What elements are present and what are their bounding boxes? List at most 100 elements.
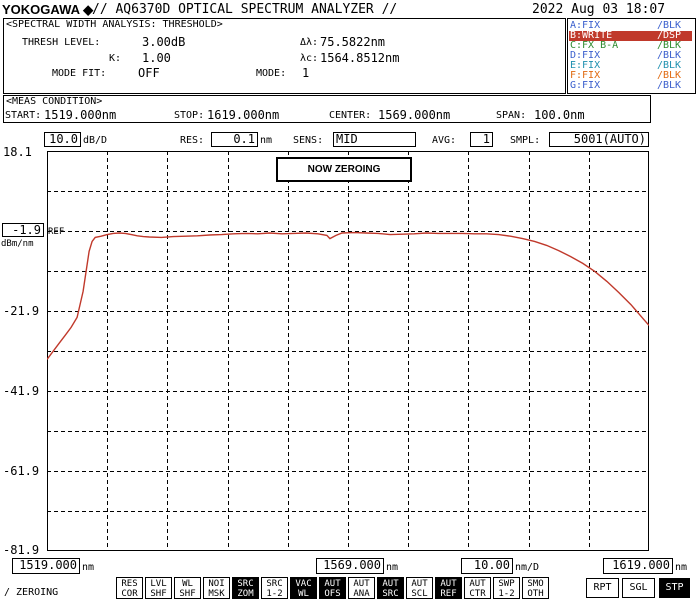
softkey-line2: 1-2 bbox=[498, 589, 515, 599]
softkey-button[interactable]: SRC ZOM bbox=[232, 577, 259, 599]
y-tick-top: 18.1 bbox=[3, 145, 32, 159]
center-value[interactable]: 1569.000nm bbox=[378, 108, 450, 122]
softkey-line1: NOI bbox=[208, 579, 225, 589]
softkey-line2: SHF bbox=[150, 589, 167, 599]
thresh-level-label: THRESH LEVEL: bbox=[22, 37, 101, 48]
brand-logo: YOKOGAWA ◆ bbox=[2, 2, 93, 18]
run-stp-button[interactable]: STP bbox=[659, 578, 690, 598]
softkey-line1: AUT bbox=[324, 579, 341, 589]
k-label: K: bbox=[109, 53, 122, 64]
softkey-button[interactable]: NOI MSK bbox=[203, 577, 230, 599]
x-div-unit: nm/D bbox=[515, 562, 540, 573]
span-label: SPAN: bbox=[496, 110, 527, 121]
softkey-button[interactable]: SMO OTH bbox=[522, 577, 549, 599]
x-start-unit: nm bbox=[82, 562, 95, 573]
thresh-level-value: 3.00dB bbox=[142, 35, 186, 49]
softkey-line1: SRC bbox=[266, 579, 283, 589]
x-start-box[interactable]: 1519.000 bbox=[12, 558, 80, 574]
x-center-box[interactable]: 1569.000 bbox=[316, 558, 384, 574]
start-value[interactable]: 1519.000nm bbox=[44, 108, 116, 122]
res-value-box[interactable]: 0.1 bbox=[211, 132, 258, 147]
run-rpt-button[interactable]: RPT bbox=[586, 578, 619, 598]
mode-value: 1 bbox=[302, 66, 310, 80]
softkey-button[interactable]: AUT OFS bbox=[319, 577, 346, 599]
trace-name: G:FIX bbox=[570, 80, 601, 91]
x-center-unit: nm bbox=[386, 562, 399, 573]
softkey-line2: SHF bbox=[179, 589, 196, 599]
start-label: START: bbox=[5, 110, 42, 121]
x-stop-box[interactable]: 1619.000 bbox=[603, 558, 673, 574]
avg-value-box[interactable]: 1 bbox=[470, 132, 493, 147]
avg-label: AVG: bbox=[432, 135, 457, 146]
softkey-button[interactable]: RES COR bbox=[116, 577, 143, 599]
sens-label: SENS: bbox=[293, 135, 324, 146]
y-tick-4: -61.9 bbox=[3, 464, 40, 478]
res-label: RES: bbox=[180, 135, 205, 146]
mode-fit-label: MODE FIT: bbox=[52, 68, 107, 79]
softkey-button[interactable]: SRC 1-2 bbox=[261, 577, 288, 599]
softkey-line2: CTR bbox=[469, 589, 486, 599]
mode-fit-value: OFF bbox=[138, 66, 160, 80]
softkey-line1: WL bbox=[182, 579, 193, 589]
instrument-title: // AQ6370D OPTICAL SPECTRUM ANALYZER // bbox=[92, 2, 398, 17]
now-zeroing-message: NOW ZEROING bbox=[276, 157, 412, 182]
softkey-line1: SMO bbox=[527, 579, 544, 589]
softkey-button[interactable]: AUT SRC bbox=[377, 577, 404, 599]
trace-mode: /BLK bbox=[657, 80, 682, 91]
softkey-button[interactable]: AUT ANA bbox=[348, 577, 375, 599]
stop-value[interactable]: 1619.000nm bbox=[207, 108, 279, 122]
softkey-line2: MSK bbox=[208, 589, 225, 599]
res-unit: nm bbox=[260, 135, 273, 146]
softkey-line1: SRC bbox=[237, 579, 254, 589]
trace-row[interactable]: G:FIX/BLK bbox=[569, 81, 692, 91]
softkey-line2: 1-2 bbox=[266, 589, 283, 599]
softkey-button[interactable]: AUT SCL bbox=[406, 577, 433, 599]
delta-lambda-label: Δλ: bbox=[300, 37, 319, 48]
softkey-line1: VAC bbox=[295, 579, 312, 589]
x-div-box[interactable]: 10.00 bbox=[461, 558, 513, 574]
softkey-line1: LVL bbox=[150, 579, 167, 589]
softkey-line1: AUT bbox=[411, 579, 428, 589]
softkey-line1: AUT bbox=[382, 579, 399, 589]
softkey-button[interactable]: AUT CTR bbox=[464, 577, 491, 599]
softkey-line2: COR bbox=[121, 589, 138, 599]
softkey-line2: REF bbox=[440, 589, 457, 599]
span-value[interactable]: 100.0nm bbox=[534, 108, 585, 122]
k-value: 1.00 bbox=[142, 51, 171, 65]
brand-name: YOKOGAWA bbox=[2, 2, 80, 17]
run-sgl-button[interactable]: SGL bbox=[622, 578, 655, 598]
stop-label: STOP: bbox=[174, 110, 205, 121]
ref-marker-label: REF bbox=[48, 227, 64, 237]
status-message: / ZEROING bbox=[4, 587, 59, 598]
date-time: 2022 Aug 03 18:07 bbox=[532, 2, 666, 17]
mode-label: MODE: bbox=[256, 68, 287, 79]
center-label: CENTER: bbox=[329, 110, 372, 121]
x-stop-unit: nm bbox=[675, 562, 688, 573]
softkey-line2: WL bbox=[298, 589, 309, 599]
meas-condition-title: <MEAS CONDITION> bbox=[6, 96, 103, 107]
softkey-line1: AUT bbox=[469, 579, 486, 589]
ref-level-box[interactable]: -1.9 bbox=[2, 223, 44, 237]
smpl-value-box[interactable]: 5001(AUTO) bbox=[549, 132, 649, 147]
softkey-button[interactable]: SWP 1-2 bbox=[493, 577, 520, 599]
softkey-button[interactable]: VAC WL bbox=[290, 577, 317, 599]
scale-unit: dB/D bbox=[83, 135, 108, 146]
softkey-line1: SWP bbox=[498, 579, 515, 589]
softkey-line2: OTH bbox=[527, 589, 544, 599]
softkey-line2: SRC bbox=[382, 589, 399, 599]
scale-value-box[interactable]: 10.0 bbox=[44, 132, 81, 147]
spectrum-plot[interactable]: REF bbox=[47, 151, 649, 551]
trace-list: A:FIX/BLK B:WRITE/DSP C:FX B-A/BLK D:FIX/BL… bbox=[567, 18, 696, 94]
softkey-line1: AUT bbox=[440, 579, 457, 589]
softkey-line2: ZOM bbox=[237, 589, 254, 599]
sens-value-box[interactable]: MID bbox=[333, 132, 416, 147]
smpl-label: SMPL: bbox=[510, 135, 541, 146]
meas-condition-panel: <MEAS CONDITION> START: 1519.000nm STOP:… bbox=[3, 95, 651, 123]
softkey-button[interactable]: LVL SHF bbox=[145, 577, 172, 599]
softkey-line2: OFS bbox=[324, 589, 341, 599]
softkey-button[interactable]: WL SHF bbox=[174, 577, 201, 599]
analysis-panel: <SPECTRAL WIDTH ANALYSIS: THRESHOLD> THR… bbox=[3, 18, 566, 94]
lambda-c-value: 1564.8512nm bbox=[320, 51, 400, 65]
softkey-button[interactable]: AUT REF bbox=[435, 577, 462, 599]
softkey-line1: RES bbox=[121, 579, 138, 589]
